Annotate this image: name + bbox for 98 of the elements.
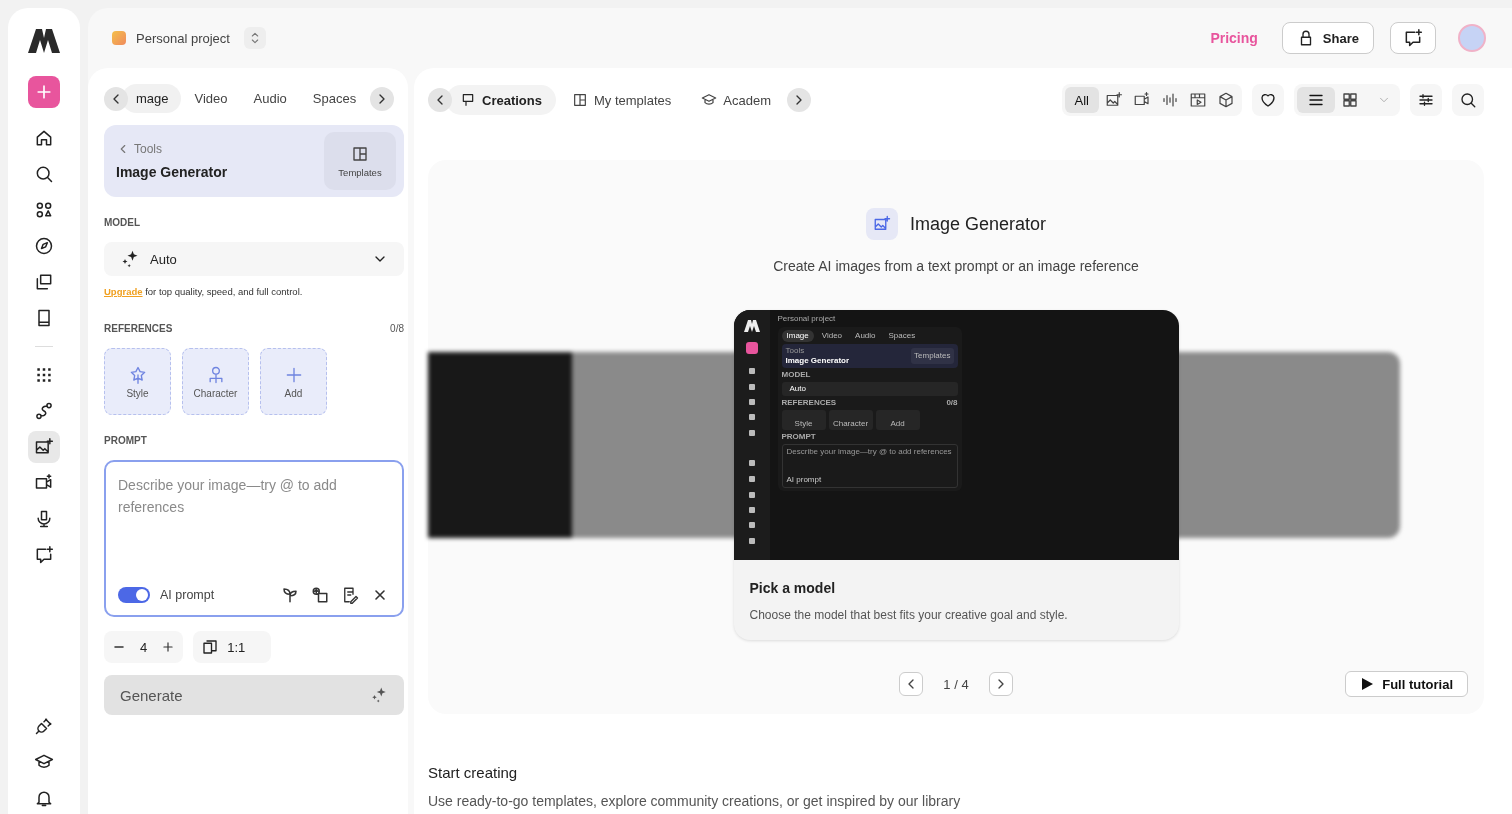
image-upload-button[interactable] xyxy=(310,585,330,605)
plug-icon xyxy=(34,716,54,736)
tab[interactable]: Video xyxy=(182,84,240,113)
section-label: PROMPT xyxy=(781,432,817,442)
image-upload-icon xyxy=(311,586,329,604)
chat-plus-icon xyxy=(1403,28,1423,48)
toggle-switch[interactable] xyxy=(118,587,150,603)
reference-count: 0/8 xyxy=(946,398,958,408)
compass-icon xyxy=(34,236,54,256)
tab-label: Spaces xyxy=(887,330,917,342)
filter-settings-button[interactable] xyxy=(1410,84,1442,116)
home-icon xyxy=(34,128,54,148)
toggle-label: AI prompt xyxy=(786,475,823,485)
section-label: REFERENCES xyxy=(781,398,837,408)
project-selector: Personal project xyxy=(777,314,837,324)
section-label: MODEL xyxy=(104,217,142,228)
reference-slot: Style xyxy=(781,410,826,430)
section-title: Start creating xyxy=(428,764,519,781)
logo-icon xyxy=(27,28,61,54)
edit-icon xyxy=(341,586,359,604)
heart-icon xyxy=(1259,91,1277,109)
search-icon xyxy=(34,164,54,184)
generate-button[interactable]: Generate xyxy=(104,675,404,715)
increment-button[interactable] xyxy=(161,640,176,654)
tab-label: Audio xyxy=(854,330,877,342)
back-link[interactable]: Tools xyxy=(116,142,228,156)
audio-wave-icon xyxy=(1161,91,1179,109)
project-selector[interactable]: Personal project xyxy=(112,30,230,46)
microphone-icon xyxy=(34,509,54,529)
filter-button[interactable]: All xyxy=(1064,87,1099,113)
plus-icon xyxy=(161,640,176,654)
search-icon xyxy=(1459,91,1477,109)
toggle-label: AI prompt xyxy=(160,588,215,602)
project-switch-button[interactable] xyxy=(243,27,266,49)
prompt-field: Describe your image—try @ to add references xyxy=(786,447,953,457)
project-color-icon xyxy=(112,31,126,45)
tab[interactable]: Spaces xyxy=(300,84,369,113)
image-sparkle-icon xyxy=(872,215,891,233)
seedling-icon xyxy=(281,586,299,604)
section-label: REFERENCES xyxy=(104,323,173,334)
reference-slot: Character xyxy=(828,410,873,430)
hero-subtitle: Create AI images from a text prompt or an image reference xyxy=(773,258,1139,274)
image-icon xyxy=(1105,91,1123,109)
list-view-button[interactable] xyxy=(1297,87,1335,113)
tab[interactable]: Academ xyxy=(687,85,785,115)
sparkle-icon xyxy=(120,249,140,269)
scroll-left-button[interactable] xyxy=(428,88,452,112)
layers-icon xyxy=(34,272,54,292)
play-icon xyxy=(1360,677,1375,691)
reference-count: 0/8 xyxy=(390,323,404,334)
reference-slot[interactable]: Character xyxy=(182,348,249,415)
new-button[interactable] xyxy=(28,76,60,108)
grid-view-icon xyxy=(1341,91,1359,109)
full-tutorial-button[interactable]: Full tutorial xyxy=(1345,671,1468,697)
aspect-ratio-button[interactable]: 1:1 xyxy=(193,631,272,663)
aspect-ratio-icon xyxy=(201,638,220,656)
upgrade-note: Upgrade for top quality, speed, and full control. xyxy=(104,286,304,297)
sliders-icon xyxy=(1417,91,1435,109)
cube-icon xyxy=(1217,91,1235,109)
tab[interactable]: Audio xyxy=(241,84,299,113)
scroll-right-button[interactable] xyxy=(370,86,395,111)
scroll-left-button[interactable] xyxy=(104,86,128,111)
share-button[interactable]: Share xyxy=(1281,22,1374,54)
favorites-button[interactable] xyxy=(1252,84,1284,116)
template-icon xyxy=(571,92,588,108)
tab-label: Video xyxy=(820,330,844,342)
slide-text: Choose the model that best fits your creative goal and style. xyxy=(749,608,1069,622)
template-icon xyxy=(351,144,369,163)
templates-button[interactable]: Templates xyxy=(324,132,396,190)
graduation-cap-icon xyxy=(701,92,718,108)
reference-slot[interactable]: Style xyxy=(104,348,171,415)
model-dropdown[interactable]: Auto xyxy=(104,242,404,276)
section-label: MODEL xyxy=(781,370,812,380)
image-icon xyxy=(34,437,54,457)
chat-plus-icon xyxy=(34,545,54,565)
section-label: PROMPT xyxy=(104,435,148,446)
page-indicator: 1 / 4 xyxy=(943,676,969,692)
count-value: 4 xyxy=(140,639,148,655)
frame-icon xyxy=(460,92,476,108)
seedling-button[interactable] xyxy=(280,585,300,605)
shapes-icon xyxy=(34,200,54,220)
prompt-field[interactable]: Describe your image—try @ to add references AI prompt xyxy=(104,460,404,617)
close-icon xyxy=(372,587,388,603)
hero-title: Image Generator xyxy=(909,213,1047,235)
reference-slot[interactable]: Add xyxy=(260,348,327,415)
section-description: Use ready-to-go templates, explore community creations, or get inspired by our library xyxy=(428,793,962,809)
search-button[interactable] xyxy=(1452,84,1484,116)
route-icon xyxy=(34,401,54,421)
reference-slot: Add xyxy=(875,410,920,430)
storyboard-icon xyxy=(1189,91,1207,109)
feedback-button[interactable] xyxy=(1390,22,1436,54)
apps-grid-icon xyxy=(34,365,54,385)
slide-title: Pick a model xyxy=(749,580,837,596)
tool-title: Image Generator xyxy=(116,164,228,180)
tab[interactable]: My templates xyxy=(557,85,686,115)
scroll-right-button[interactable] xyxy=(787,88,811,112)
sidebar-item[interactable] xyxy=(28,431,60,463)
tool-title: Image Generator xyxy=(785,356,850,366)
